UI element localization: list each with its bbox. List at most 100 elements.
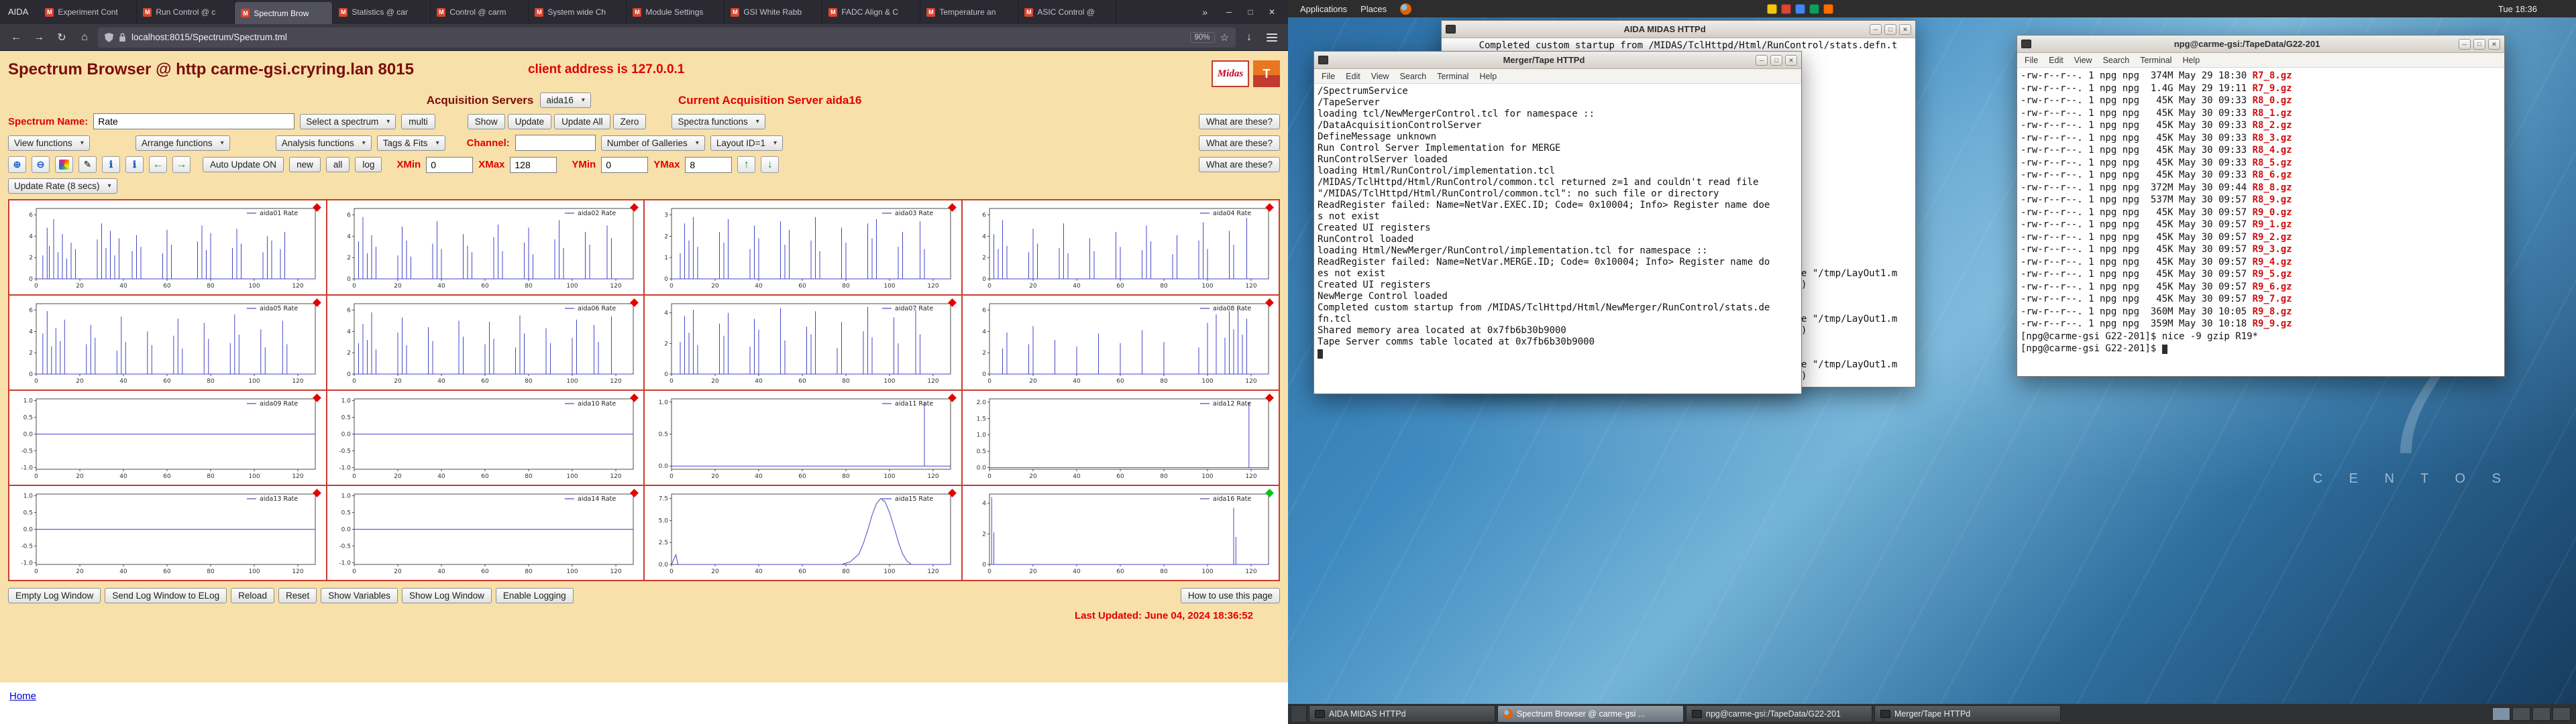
xmin-input[interactable]: [426, 156, 474, 173]
spectrum-plot-aida05-rate[interactable]: 0 20 40 60 80 100 120 0 2 4 6 aida05 Rate: [9, 295, 327, 390]
menu-file[interactable]: File: [2020, 55, 2043, 66]
scale-down-button[interactable]: ↓: [761, 156, 780, 173]
menu-terminal[interactable]: Terminal: [2135, 55, 2176, 66]
empty-log-window-button[interactable]: Empty Log Window: [8, 588, 101, 603]
minimize-button[interactable]: ─: [2459, 38, 2471, 50]
menu-button[interactable]: [1263, 28, 1281, 47]
menu-help[interactable]: Help: [2178, 55, 2204, 66]
layout-id-dropdown[interactable]: Layout ID=1 ▾: [710, 135, 784, 151]
workspace-cell-1[interactable]: [2492, 707, 2510, 721]
workspace-cell-3[interactable]: [2532, 707, 2551, 721]
reset-button[interactable]: Reset: [278, 588, 317, 603]
spectra-functions-dropdown[interactable]: Spectra functions ▾: [672, 113, 765, 129]
url-bar[interactable]: localhost:8015/Spectrum/Spectrum.tml 90%…: [98, 27, 1236, 48]
spectrum-plot-aida01-rate[interactable]: 0 20 40 60 80 100 120 0 2 4 6 aida01 Rate: [9, 200, 327, 295]
menu-edit[interactable]: Edit: [2044, 55, 2068, 66]
show-button[interactable]: Show: [467, 113, 505, 129]
xmax-input[interactable]: [510, 156, 557, 173]
log-button[interactable]: log: [355, 157, 382, 172]
browser-tab-run-control-c[interactable]: M Run Control @ c: [137, 0, 235, 24]
show-log-window-button[interactable]: Show Log Window: [402, 588, 492, 603]
tape-titlebar[interactable]: npg@carme-gsi:/TapeData/G22-201 ─ □ ✕: [2017, 36, 2504, 53]
minimize-button[interactable]: ─: [1870, 23, 1882, 35]
spectrum-plot-aida13-rate[interactable]: 0 20 40 60 80 100 120 -1.0 -0.5 0.0 0.5 1.0 aida13 R…: [9, 485, 327, 581]
show-variables-button[interactable]: Show Variables: [321, 588, 398, 603]
ymin-input[interactable]: [601, 156, 649, 173]
spectrum-plot-aida08-rate[interactable]: 0 20 40 60 80 100 120 0 2 4 6 aida08 Rate: [961, 295, 1279, 390]
scale-up-button[interactable]: ↑: [737, 156, 756, 173]
tags-fits-dropdown[interactable]: Tags & Fits ▾: [376, 135, 445, 151]
taskbar-item-merger-tape-httpd[interactable]: Merger/Tape HTTPd: [1874, 705, 2061, 723]
close-button[interactable]: ✕: [1263, 7, 1281, 17]
info-button-1[interactable]: ℹ: [102, 156, 120, 173]
how-to-use-button[interactable]: How to use this page: [1180, 588, 1280, 603]
acquisition-server-select[interactable]: aida16 ▾: [540, 93, 591, 108]
edit-button[interactable]: ✎: [78, 156, 97, 173]
back-button[interactable]: ←: [7, 28, 25, 47]
spectrum-name-input[interactable]: [93, 113, 295, 129]
menu-file[interactable]: File: [1317, 71, 1340, 82]
spectrum-plot-aida14-rate[interactable]: 0 20 40 60 80 100 120 -1.0 -0.5 0.0 0.5 1.0 aida14 R…: [326, 485, 644, 581]
taskbar-item-aida-midas-httpd[interactable]: AIDA MIDAS HTTPd: [1309, 705, 1495, 723]
channel-input[interactable]: [515, 135, 596, 151]
maximize-button[interactable]: □: [1884, 23, 1896, 35]
tab-overflow-chevron[interactable]: »: [1197, 0, 1213, 24]
multi-button[interactable]: multi: [401, 113, 435, 129]
number-of-galleries-dropdown[interactable]: Number of Galleries ▾: [600, 135, 705, 151]
previous-button[interactable]: ←: [149, 156, 167, 173]
merger-httpd-terminal-window[interactable]: Merger/Tape HTTPd ─ □ ✕ File Edit View Sear…: [1313, 51, 1802, 394]
spectrum-plot-aida03-rate[interactable]: 0 20 40 60 80 100 120 0 1 2 3 aida03 Rate: [644, 200, 962, 295]
spectrum-plot-aida11-rate[interactable]: 0 20 40 60 80 100 120 0.0 0.5 1.0 aida11 Rate: [644, 390, 962, 485]
analysis-functions-dropdown[interactable]: Analysis functions ▾: [275, 135, 372, 151]
reload-button[interactable]: ↻: [52, 28, 71, 47]
zoom-out-button[interactable]: ⊖: [32, 156, 50, 173]
firefox-launcher-icon[interactable]: [1400, 3, 1412, 15]
merger-titlebar[interactable]: Merger/Tape HTTPd ─ □ ✕: [1314, 52, 1801, 69]
auto-update-button[interactable]: Auto Update ON: [203, 157, 284, 172]
spectrum-plot-aida10-rate[interactable]: 0 20 40 60 80 100 120 -1.0 -0.5 0.0 0.5 1.0 aida10 R…: [326, 390, 644, 485]
terminal-content[interactable]: -rw-r--r--. 1 npg npg 374M May 29 18:30 …: [2017, 68, 2504, 376]
update-rate-dropdown[interactable]: Update Rate (8 secs) ▾: [8, 178, 117, 194]
workspace-cell-4[interactable]: [2553, 707, 2571, 721]
minimize-button[interactable]: ─: [1220, 7, 1238, 17]
workspace-cell-2[interactable]: [2512, 707, 2530, 721]
info-button-2[interactable]: ℹ: [125, 156, 144, 173]
send-log-window-to-elog-button[interactable]: Send Log Window to ELog: [105, 588, 227, 603]
next-button[interactable]: →: [172, 156, 191, 173]
update-all-button[interactable]: Update All: [554, 113, 610, 129]
forward-button[interactable]: →: [30, 28, 48, 47]
palette-button[interactable]: [55, 156, 73, 173]
home-button[interactable]: ⌂: [75, 28, 94, 47]
new-button[interactable]: new: [289, 157, 321, 172]
maximize-button[interactable]: □: [1770, 54, 1782, 66]
tray-icon-3[interactable]: [1795, 3, 1806, 14]
view-functions-dropdown[interactable]: View functions ▾: [8, 135, 90, 151]
browser-tab-temperature-an[interactable]: M Temperature an: [920, 0, 1019, 24]
tray-icon-4[interactable]: [1809, 3, 1820, 14]
minimize-button[interactable]: ─: [1756, 54, 1768, 66]
all-button[interactable]: all: [325, 157, 350, 172]
close-button[interactable]: ✕: [1785, 54, 1797, 66]
tapedata-terminal-window[interactable]: npg@carme-gsi:/TapeData/G22-201 ─ □ ✕ Fi…: [2017, 35, 2505, 377]
bookmark-star-icon[interactable]: ☆: [1220, 32, 1229, 44]
applications-menu[interactable]: Applications: [1293, 3, 1354, 15]
spectrum-plot-aida06-rate[interactable]: 0 20 40 60 80 100 120 0 2 4 6 aida06 Rate: [326, 295, 644, 390]
spectrum-plot-aida12-rate[interactable]: 0 20 40 60 80 100 120 0.0 0.5 1.0 1.5 2.0 aida12 Rat…: [961, 390, 1279, 485]
browser-tab-fadc-align-c[interactable]: M FADC Align & C: [822, 0, 921, 24]
browser-tab-control-carm[interactable]: M Control @ carm: [431, 0, 529, 24]
close-button[interactable]: ✕: [2488, 38, 2500, 50]
arrange-functions-dropdown[interactable]: Arrange functions ▾: [135, 135, 230, 151]
browser-tab-statistics-car[interactable]: M Statistics @ car: [333, 0, 431, 24]
browser-tab-module-settings[interactable]: M Module Settings: [627, 0, 725, 24]
what-are-these-button[interactable]: What are these?: [1198, 113, 1280, 129]
zoom-level-indicator[interactable]: 90%: [1189, 32, 1215, 43]
aida-titlebar[interactable]: AIDA MIDAS HTTPd ─ □ ✕: [1442, 21, 1915, 38]
maximize-button[interactable]: □: [1241, 7, 1260, 17]
terminal-content[interactable]: /SpectrumService/TapeServer loading tcl/N…: [1314, 84, 1801, 394]
menu-help[interactable]: Help: [1474, 71, 1501, 82]
show-desktop-button[interactable]: [1291, 705, 1307, 723]
close-button[interactable]: ✕: [1899, 23, 1911, 35]
spectrum-plot-aida07-rate[interactable]: 0 20 40 60 80 100 120 0 2 4 aida07 Rate: [644, 295, 962, 390]
browser-tab-experiment-cont[interactable]: M Experiment Cont: [39, 0, 138, 24]
menu-terminal[interactable]: Terminal: [1432, 71, 1473, 82]
